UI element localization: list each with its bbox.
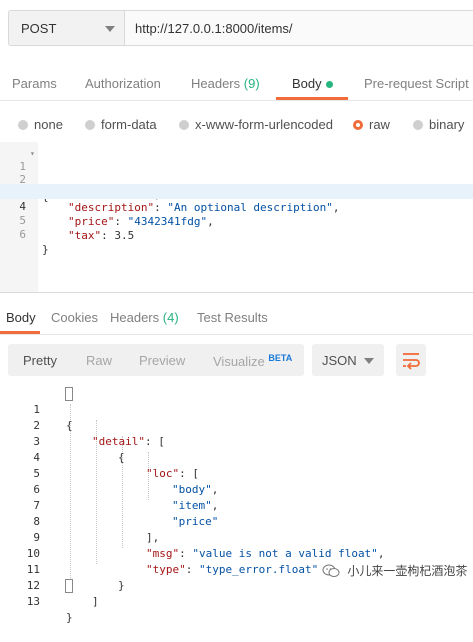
code-line: 7 "price" (0, 482, 473, 528)
wrap-lines-icon (403, 353, 420, 370)
radio-icon (85, 120, 95, 130)
response-tabs: Body Cookies Headers (4) Test Results (0, 300, 473, 335)
code-line: 9 "msg": "value is not a valid float", (0, 514, 473, 560)
radio-icon (179, 120, 189, 130)
code-line: 2 "detail": [ (0, 402, 473, 448)
format-label: JSON (322, 353, 357, 368)
tab-label: Params (12, 76, 57, 91)
json-value: 3.5 (114, 229, 135, 242)
radio-icon (413, 120, 423, 130)
code-line: 4 "loc": [ (0, 434, 473, 480)
json-key: "tax" (68, 229, 102, 242)
code-line: 3 "description": "An optional descriptio… (0, 170, 473, 214)
radio-icon (18, 120, 28, 130)
response-tab-body[interactable]: Body (6, 310, 36, 325)
pane-resize-handle[interactable] (0, 292, 473, 293)
tab-headers[interactable]: Headers (9) (191, 76, 260, 91)
radio-none[interactable]: none (18, 117, 63, 132)
active-tab-indicator (0, 331, 40, 334)
radio-label: binary (429, 117, 465, 132)
code-line: 10 "type": "type_error.float" (0, 530, 473, 576)
body-type-options: none form-data x-www-form-urlencoded raw… (0, 108, 473, 140)
code-line-active: 4 "price": "4342341fdg", (0, 184, 473, 228)
response-tab-headers[interactable]: Headers (4) (110, 310, 179, 325)
request-body-editor[interactable]: 1 ▾ { 2 "name": "Foo", 3 "description": … (0, 142, 473, 292)
tab-label: Cookies (51, 310, 98, 325)
view-raw[interactable]: Raw (86, 353, 112, 368)
url-text: http://127.0.0.1:8000/items/ (135, 21, 293, 36)
radio-label: none (34, 117, 63, 132)
view-label: Visualize (213, 354, 265, 369)
request-tabs: Params Authorization Headers (9) Body Pr… (0, 66, 473, 101)
radio-label: form-data (101, 117, 157, 132)
radio-label: x-www-form-urlencoded (195, 117, 333, 132)
code-line: 8 ], (0, 498, 473, 544)
tab-label: Headers (191, 76, 241, 91)
request-url-bar: POST http://127.0.0.1:8000/items/ (0, 0, 473, 58)
radio-binary[interactable]: binary (413, 117, 464, 132)
method-label: POST (21, 21, 57, 36)
tab-label: Headers (110, 310, 160, 325)
response-tab-cookies[interactable]: Cookies (51, 310, 98, 325)
response-toolbar: Pretty Raw Preview Visualize BETA JSON (0, 344, 473, 380)
modified-dot-icon (325, 81, 333, 89)
view-mode-switcher: Pretty Raw Preview Visualize BETA (8, 344, 304, 376)
active-tab-indicator (276, 97, 348, 100)
code-line: 5 "body", (0, 450, 473, 496)
code-text: } (42, 243, 49, 256)
tab-authorization[interactable]: Authorization (85, 76, 161, 91)
code-line: 5 "tax": 3.5 (0, 198, 473, 242)
tab-body[interactable]: Body (292, 76, 333, 91)
radio-selected-icon (353, 120, 363, 130)
format-select[interactable]: JSON (312, 344, 384, 376)
url-input[interactable]: http://127.0.0.1:8000/items/ (124, 10, 473, 46)
tab-label: Pre-request Script (364, 76, 469, 91)
view-pretty[interactable]: Pretty (23, 353, 57, 368)
radio-x-www-form-urlencoded[interactable]: x-www-form-urlencoded (179, 117, 333, 132)
code-line: 6 "item", (0, 466, 473, 512)
method-select[interactable]: POST (8, 10, 124, 46)
tab-label: Body (292, 76, 322, 91)
radio-raw[interactable]: raw (353, 117, 390, 132)
line-number: 6 (19, 228, 26, 241)
tab-label: Authorization (85, 76, 161, 91)
code-line: 6 } (0, 212, 473, 256)
code-line: 11 } (0, 546, 473, 592)
beta-badge: BETA (268, 353, 293, 363)
response-tab-test-results[interactable]: Test Results (197, 310, 268, 325)
watermark-text: 小儿来一壶枸杞酒泡茶 (347, 564, 468, 578)
wrap-lines-button[interactable] (396, 344, 426, 376)
wechat-icon (322, 564, 340, 577)
tab-label: Body (6, 310, 36, 325)
code-text: ] (92, 595, 99, 608)
code-line: 3 { (0, 418, 473, 464)
chevron-down-icon (105, 26, 115, 32)
tab-params[interactable]: Params (12, 76, 57, 91)
view-preview[interactable]: Preview (139, 353, 185, 368)
chevron-down-icon (364, 358, 374, 364)
tab-pre-request-script[interactable]: Pre-request Script (364, 76, 469, 91)
code-text: } (66, 611, 73, 624)
radio-label: raw (369, 117, 390, 132)
code-line: 1 { (0, 386, 473, 432)
headers-count: (4) (162, 310, 179, 325)
headers-count: (9) (243, 76, 260, 91)
radio-form-data[interactable]: form-data (85, 117, 157, 132)
tab-label: Test Results (197, 310, 268, 325)
watermark: 小儿来一壶枸杞酒泡茶 (322, 562, 467, 584)
view-visualize[interactable]: Visualize BETA (213, 353, 292, 369)
line-number: 13 (26, 595, 40, 608)
